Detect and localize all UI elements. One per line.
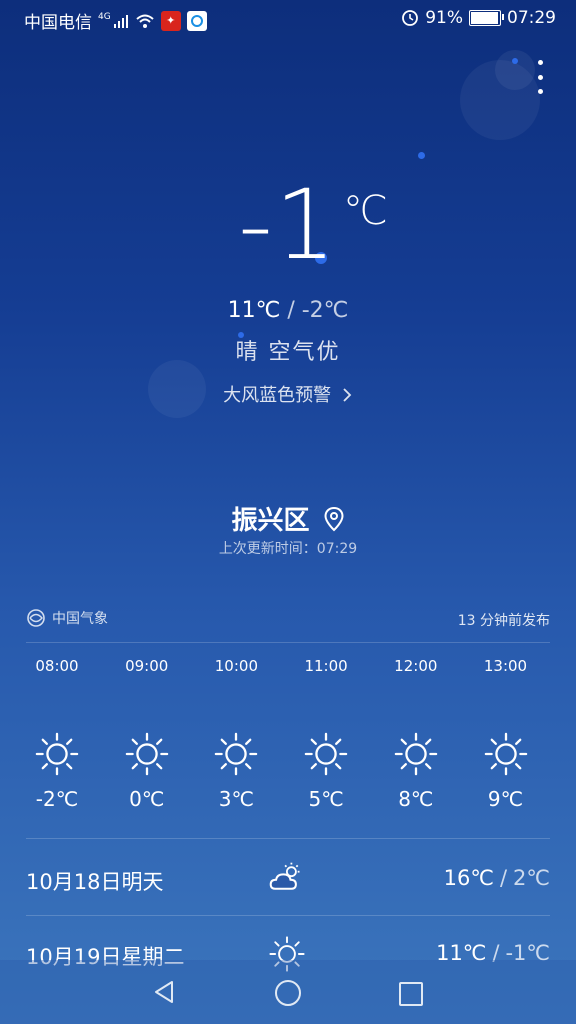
dot-icon: [537, 89, 543, 94]
hour-icon: [102, 731, 192, 779]
location-name: 振兴区: [231, 506, 310, 536]
daily-row[interactable]: 10月18日明天 16℃/2℃: [26, 858, 550, 902]
light-dot: [512, 58, 518, 64]
hourly-item: 13:00 9℃: [461, 655, 551, 811]
divider: [26, 838, 550, 839]
hourly-item: 08:00 -2℃: [12, 655, 102, 811]
chevron-right-icon: [343, 388, 352, 402]
hour-temp: 3℃: [218, 787, 254, 811]
partly-cloudy-icon: [268, 862, 304, 900]
high-temp: 11℃: [227, 298, 281, 323]
network-type: 4G: [98, 11, 111, 22]
china-weather-logo-icon: [27, 609, 45, 627]
carrier-name: 中国电信: [24, 13, 92, 33]
source-name: 中国气象: [52, 611, 108, 627]
bokeh-light: [460, 60, 540, 140]
clock: 07:29: [507, 8, 556, 28]
hour-time: 08:00: [35, 657, 79, 675]
day-date: 10月18日明天: [26, 870, 164, 894]
app-notification-icon: [186, 10, 207, 31]
hour-time: 10:00: [214, 657, 258, 675]
signal-icon: [113, 14, 128, 28]
hour-temp: 9℃: [487, 787, 524, 811]
divider: [26, 915, 550, 916]
sun-icon: [484, 732, 527, 776]
alarm-icon: [402, 10, 419, 26]
day-low: 2℃: [513, 866, 550, 890]
sun-icon: [394, 732, 438, 776]
hourly-item: 11:00 5℃: [281, 655, 371, 811]
hour-time: 11:00: [304, 657, 348, 675]
hourly-forecast[interactable]: 08:00 -2℃ 09:00 0℃ 10:00 3℃ 11:00 5℃ 12:00 8℃ 13:0…: [12, 655, 576, 835]
hour-temp: 5℃: [308, 787, 344, 811]
bokeh-light: [495, 50, 535, 90]
weather-alert-link[interactable]: 大风蓝色预警: [0, 381, 576, 407]
hourly-item: 10:00 3℃: [191, 655, 281, 811]
hour-time: 12:00: [394, 657, 438, 675]
sun-icon: [215, 732, 258, 776]
temperature-unit: ℃: [343, 188, 388, 234]
dot-icon: [537, 74, 543, 80]
hour-temp: -2℃: [35, 787, 79, 811]
hour-icon: [461, 731, 551, 779]
last-updated: 上次更新时间：07:29: [218, 541, 358, 557]
temperature-range: 11℃ / -2℃: [0, 298, 576, 323]
hour-temp: 0℃: [129, 787, 165, 811]
dot-icon: [537, 60, 543, 65]
range-separator: /: [287, 298, 295, 323]
status-bar: 中国电信 4G ✦ 91% 07:29: [0, 0, 576, 40]
hour-icon: [371, 731, 461, 779]
sun-icon: [304, 732, 348, 776]
alert-label: 大风蓝色预警: [223, 385, 332, 406]
day-separator: /: [499, 866, 508, 890]
battery-icon: [469, 10, 504, 26]
hour-time: 09:00: [125, 657, 169, 675]
condition-row: 晴 空气优: [0, 334, 576, 366]
low-temp: -2℃: [301, 298, 349, 323]
recent-apps-icon[interactable]: [399, 982, 423, 1006]
sun-icon: [125, 732, 168, 776]
hour-time: 13:00: [483, 657, 528, 675]
sun-icon: [35, 732, 79, 776]
air-quality[interactable]: 空气优: [269, 340, 341, 365]
back-icon[interactable]: [150, 978, 178, 1006]
day-icon: [268, 860, 304, 900]
published-time: 13 分钟前发布: [457, 613, 550, 629]
battery-percent: 91%: [425, 8, 463, 28]
home-icon[interactable]: [275, 980, 301, 1006]
hourly-item: 12:00 8℃: [371, 655, 461, 811]
weather-condition: 晴: [235, 340, 260, 365]
hour-icon: [12, 731, 102, 779]
day-high: 16℃: [443, 866, 494, 890]
more-options-button[interactable]: [530, 60, 550, 94]
data-source: 中国气象: [26, 608, 108, 628]
hour-temp: 8℃: [398, 787, 434, 811]
hour-icon: [191, 731, 281, 779]
location-pin-icon: [324, 506, 344, 532]
hourly-item: 09:00 0℃: [102, 655, 192, 811]
location-button[interactable]: 振兴区: [0, 500, 576, 537]
light-dot: [418, 152, 425, 159]
hour-icon: [281, 731, 371, 779]
day-temps: 16℃/2℃: [444, 866, 550, 890]
current-temperature: -1: [238, 169, 338, 281]
wifi-icon: [136, 14, 154, 28]
system-nav-bar: [0, 960, 576, 1024]
app-notification-icon: ✦: [160, 10, 181, 31]
divider: [26, 642, 550, 643]
